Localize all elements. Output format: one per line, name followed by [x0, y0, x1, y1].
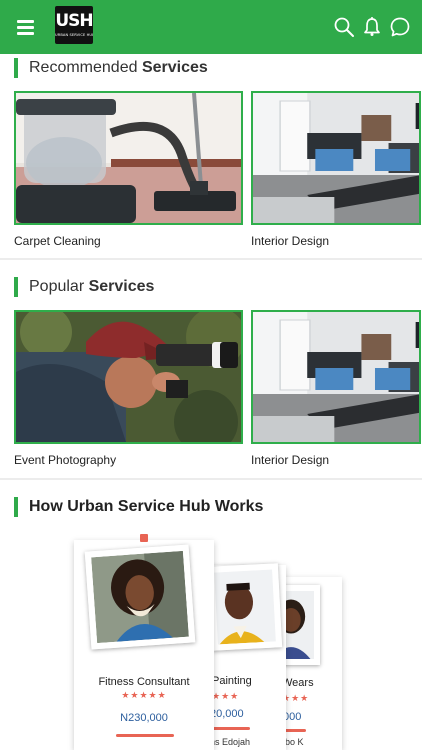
service-label: Interior Design — [251, 234, 330, 248]
how-it-works-illustration: Wears ★★★ ,000 obo K Painting ★★★ 20,000… — [0, 525, 422, 750]
carpet-cleaning-image — [14, 91, 243, 225]
rating-bar — [212, 727, 250, 730]
provider-name: ns Edojah — [210, 737, 251, 747]
event-photography-image — [14, 310, 243, 444]
heading-light: Recommended — [29, 59, 138, 76]
interior-design-image — [251, 91, 421, 225]
provider-photo — [84, 544, 196, 650]
service-label: Carpet Cleaning — [14, 234, 101, 248]
service-label: Event Photography — [14, 453, 117, 467]
chat-icon[interactable] — [388, 15, 412, 39]
section-divider — [0, 478, 422, 480]
heading-bold: Services — [141, 59, 208, 76]
provider-card-painting[interactable]: Painting ★★★ 20,000 ns Edojah — [202, 563, 286, 750]
provider-card-fitness-consultant[interactable]: Fitness Consultant ★★★★★ N230,000 — [74, 534, 214, 750]
rating-stars: ★★★★★ — [121, 690, 167, 700]
rating-stars: ★★★ — [212, 691, 240, 701]
section-divider — [0, 258, 422, 260]
provider-price: 20,000 — [210, 708, 244, 720]
logo-subtext: URBAN SERVICE HUB — [55, 33, 93, 37]
search-icon[interactable] — [332, 15, 356, 39]
provider-role: Fitness Consultant — [98, 676, 190, 688]
provider-role: Painting — [212, 675, 252, 687]
provider-role: Wears — [282, 677, 314, 689]
card-clip — [140, 534, 148, 542]
rating-bar — [116, 734, 174, 737]
recommended-services-heading: Recommended Services — [14, 58, 208, 78]
hamburger-menu-icon[interactable] — [14, 15, 38, 39]
ush-logo[interactable]: USH URBAN SERVICE HUB — [55, 6, 94, 44]
interior-design-image — [251, 310, 421, 444]
rating-stars: ★★★ — [282, 693, 310, 703]
bell-icon[interactable] — [360, 15, 384, 39]
app-header: USH URBAN SERVICE HUB — [0, 0, 422, 54]
popular-services-heading: Popular Services — [14, 277, 154, 297]
heading-light: Popular — [29, 278, 85, 295]
logo-text: USH — [55, 11, 93, 31]
how-it-works-heading: How Urban Service Hub Works — [14, 497, 263, 517]
provider-price: N230,000 — [120, 712, 168, 724]
service-label: Interior Design — [251, 453, 330, 467]
provider-photo — [207, 563, 283, 651]
heading-bold: Services — [88, 278, 155, 295]
